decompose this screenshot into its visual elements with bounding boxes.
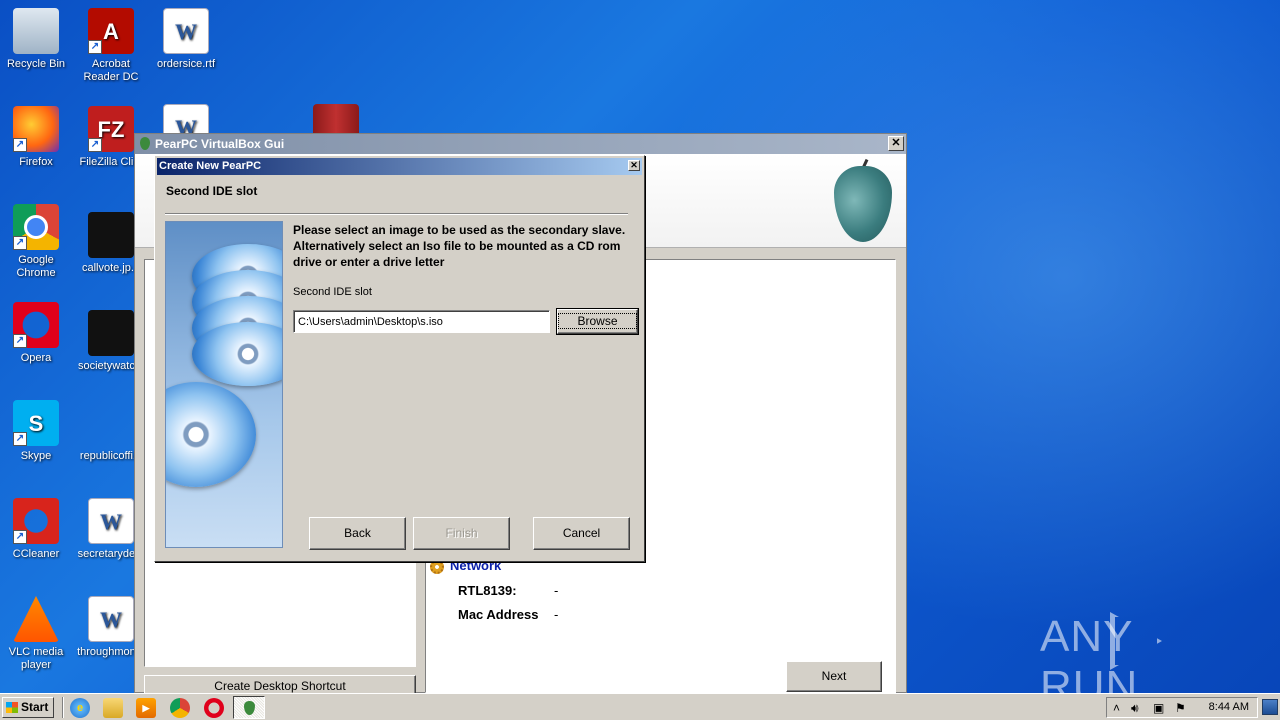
cd-disc-icon: [166, 382, 256, 487]
word-document-icon: W: [88, 498, 134, 544]
desktop-icon-acrobat[interactable]: A ↗ Acrobat Reader DC: [75, 8, 147, 84]
spec-value-rtl8139: -: [554, 583, 559, 598]
pearpc-taskbar-button[interactable]: [233, 696, 265, 719]
network-icon[interactable]: ▣: [1153, 701, 1164, 715]
create-new-pearpc-dialog: Create New PearPC ✕ Second IDE slot Plea…: [154, 155, 645, 562]
taskbar: Start e ▶ ˄ 🔊︎ ▣ ⚑ 8:44 AM: [0, 693, 1280, 720]
desktop-icon-skype[interactable]: S ↗ Skype: [0, 400, 72, 463]
dialog-heading: Second IDE slot: [157, 175, 642, 215]
taskbar-separator: [62, 697, 64, 718]
opera-icon: ↗: [13, 302, 59, 348]
desktop-icon-label: Google Chrome: [16, 254, 56, 279]
start-label: Start: [21, 700, 49, 714]
image-file-icon: [88, 310, 134, 356]
desktop-icon-firefox[interactable]: ↗ Firefox: [0, 106, 72, 169]
main-window-title: PearPC VirtualBox Gui: [155, 137, 285, 151]
pear-icon: [244, 701, 255, 715]
back-button[interactable]: Back: [309, 517, 406, 550]
shortcut-arrow-icon: ↗: [13, 334, 27, 348]
spec-label-rtl8139: RTL8139:: [458, 583, 517, 598]
action-center-flag-icon[interactable]: ⚑: [1175, 701, 1186, 715]
word-document-icon: W: [88, 596, 134, 642]
cancel-button[interactable]: Cancel: [533, 517, 630, 550]
start-button[interactable]: Start: [2, 697, 54, 718]
desktop-icon-label: Skype: [20, 450, 52, 462]
shortcut-arrow-icon: ↗: [88, 40, 102, 54]
network-gear-icon: [430, 560, 444, 574]
chrome-icon: ↗: [13, 204, 59, 250]
pear-icon: [140, 137, 150, 150]
acrobat-icon: A ↗: [88, 8, 134, 54]
show-desktop-icon[interactable]: [1262, 699, 1278, 715]
desktop-icon-label: Acrobat Reader DC: [83, 58, 139, 83]
shortcut-arrow-icon: ↗: [13, 432, 27, 446]
browse-button[interactable]: Browse: [556, 308, 639, 335]
internet-explorer-icon[interactable]: e: [70, 698, 90, 718]
dialog-divider: [165, 213, 628, 215]
dialog-description: Please select an image to be used as the…: [293, 223, 626, 269]
system-tray: ˄ 🔊︎ ▣ ⚑ 8:44 AM: [1106, 697, 1258, 718]
main-window-titlebar[interactable]: PearPC VirtualBox Gui ✕: [135, 134, 906, 154]
file-explorer-icon[interactable]: [103, 698, 123, 718]
second-ide-slot-input[interactable]: [293, 310, 550, 333]
desktop-icon-ordersice[interactable]: W ordersice.rtf: [150, 8, 222, 71]
dialog-title: Create New PearPC: [159, 160, 262, 172]
recycle-bin-icon: [13, 8, 59, 54]
next-button[interactable]: Next: [786, 661, 882, 692]
desktop-icon-label: CCleaner: [12, 548, 60, 560]
windows-flag-icon: [6, 702, 18, 713]
shortcut-arrow-icon: ↗: [13, 138, 27, 152]
desktop-icon-recycle-bin[interactable]: Recycle Bin: [0, 8, 72, 71]
filezilla-icon: FZ ↗: [88, 106, 134, 152]
desktop-icon-label: Firefox: [19, 156, 53, 168]
desktop-icon-chrome[interactable]: ↗ Google Chrome: [0, 204, 72, 280]
pear-logo-icon: [834, 166, 892, 242]
clock[interactable]: 8:44 AM: [1209, 701, 1249, 713]
ccleaner-icon: ↗: [13, 498, 59, 544]
file-icon: [88, 400, 134, 446]
spec-label-mac-address: Mac Address: [458, 607, 539, 622]
desktop-icon-label: Opera: [20, 352, 52, 364]
desktop-icon-opera[interactable]: ↗ Opera: [0, 302, 72, 365]
cd-disc-icon: [192, 322, 282, 386]
browse-button-label: Browse: [558, 313, 637, 329]
shortcut-arrow-icon: ↗: [88, 138, 102, 152]
shortcut-arrow-icon: ↗: [13, 530, 27, 544]
chrome-taskbar-icon[interactable]: [170, 698, 190, 718]
main-window-close-button[interactable]: ✕: [888, 136, 904, 151]
desktop-icon-ccleaner[interactable]: ↗ CCleaner: [0, 498, 72, 561]
dialog-titlebar[interactable]: Create New PearPC ✕: [157, 158, 642, 175]
finish-button[interactable]: Finish: [413, 517, 510, 550]
firefox-icon: ↗: [13, 106, 59, 152]
media-player-icon[interactable]: ▶: [136, 698, 156, 718]
spec-value-mac-address: -: [554, 607, 559, 622]
dialog-close-button[interactable]: ✕: [628, 160, 640, 171]
shortcut-arrow-icon: ↗: [13, 236, 27, 250]
desktop-icon-vlc[interactable]: VLC media player: [0, 596, 72, 672]
vlc-icon: [13, 596, 59, 642]
word-document-icon: W: [163, 8, 209, 54]
skype-icon: S ↗: [13, 400, 59, 446]
opera-taskbar-icon[interactable]: [204, 698, 224, 718]
desktop-icon-label: ordersice.rtf: [156, 58, 216, 70]
desktop-icon-label: Recycle Bin: [6, 58, 66, 70]
second-ide-slot-label: Second IDE slot: [293, 286, 372, 298]
tray-expand-icon[interactable]: ˄: [1113, 701, 1120, 715]
wizard-side-image: [165, 221, 283, 548]
volume-icon[interactable]: 🔊︎: [1131, 701, 1139, 716]
image-file-icon: [88, 212, 134, 258]
desktop-icon-label: VLC media player: [8, 646, 64, 671]
